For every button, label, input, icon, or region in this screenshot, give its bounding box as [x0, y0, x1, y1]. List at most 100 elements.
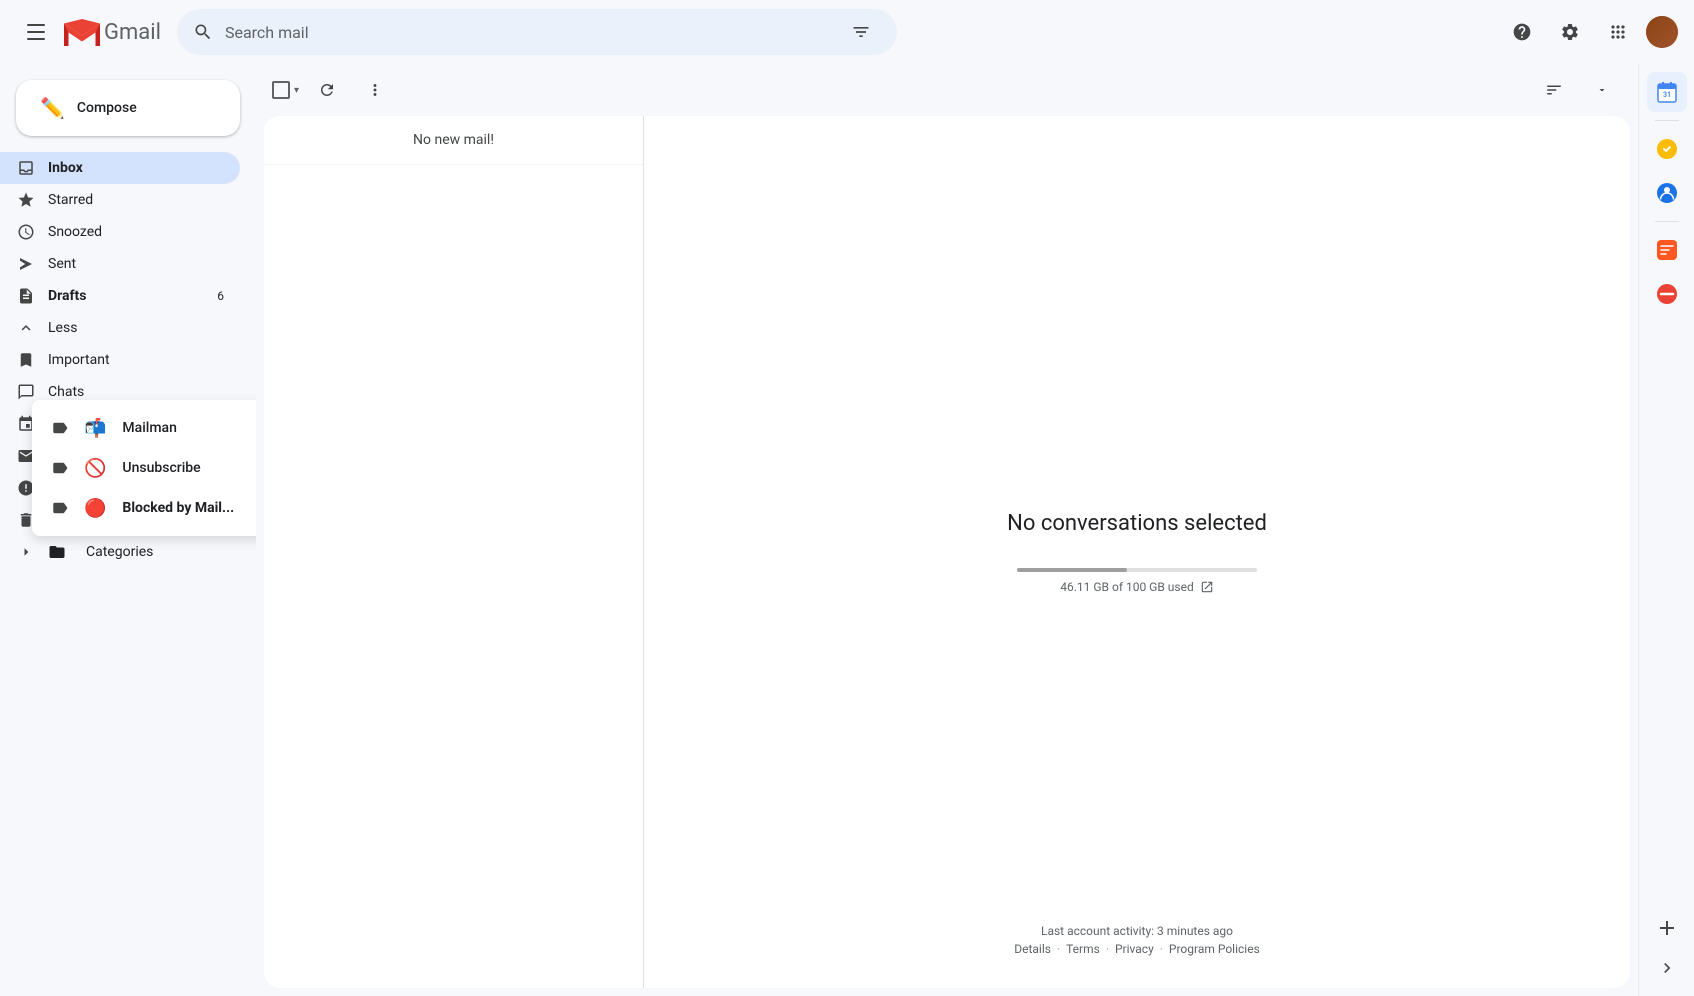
sidebar-item-label-categories: Categories: [86, 544, 224, 560]
contacts-icon: [1655, 181, 1679, 205]
settings-button[interactable]: [1550, 12, 1590, 52]
no-mail-text: No new mail!: [413, 132, 494, 148]
compose-button[interactable]: ✏️ Compose: [16, 80, 240, 136]
storage-link[interactable]: [1200, 580, 1214, 594]
program-policies-link[interactable]: Program Policies: [1169, 942, 1260, 956]
mailman-app-button[interactable]: [1647, 230, 1687, 270]
storage-container: 46.11 GB of 100 GB used: [1017, 568, 1257, 594]
chat-icon: [16, 383, 36, 401]
tag-icon-unsubscribe: [48, 456, 72, 480]
sidebar-item-important[interactable]: Important: [0, 344, 240, 376]
chevron-up-icon: [16, 319, 36, 337]
tasks-icon: [1655, 137, 1679, 161]
last-activity-text: Last account activity: 3 minutes ago: [1014, 924, 1260, 938]
footer-dot-3: ·: [1160, 942, 1163, 956]
sidebar-item-starred[interactable]: Starred: [0, 184, 240, 216]
expand-sidebar-button[interactable]: [1647, 948, 1687, 988]
sidebar-item-less[interactable]: Less: [0, 312, 240, 344]
mailman-app-icon: [1655, 238, 1679, 262]
footer-dot-1: ·: [1057, 942, 1060, 956]
privacy-link[interactable]: Privacy: [1115, 942, 1154, 956]
mailman-emoji-icon: 📬: [84, 418, 106, 439]
gmail-text: Gmail: [104, 20, 161, 45]
hamburger-icon: [27, 24, 45, 40]
drafts-count: 6: [217, 289, 224, 303]
search-filter-button[interactable]: [841, 12, 881, 52]
send-icon: [16, 255, 36, 273]
apps-bottom: [1647, 908, 1687, 988]
terms-link[interactable]: Terms: [1066, 942, 1100, 956]
help-button[interactable]: [1502, 12, 1542, 52]
storage-text: 46.11 GB of 100 GB used: [1017, 580, 1257, 594]
sidebar-item-label-less: Less: [48, 320, 224, 336]
apps-button[interactable]: [1598, 12, 1638, 52]
help-icon: [1512, 22, 1532, 42]
sidebar-item-snoozed[interactable]: Snoozed: [0, 216, 240, 248]
no-conversation-text: No conversations selected: [1007, 511, 1267, 536]
contacts-app-button[interactable]: [1647, 173, 1687, 213]
tasks-app-button[interactable]: [1647, 129, 1687, 169]
avatar[interactable]: [1646, 16, 1678, 48]
submenu-label-blocked: Blocked by Mail...: [122, 500, 256, 516]
sidebar-item-label-drafts: Drafts: [48, 288, 205, 304]
sidebar-item-label-snoozed: Snoozed: [48, 224, 224, 240]
refresh-button[interactable]: [307, 70, 347, 110]
calendar-app-button[interactable]: 31: [1647, 72, 1687, 112]
submenu-label-mailman: Mailman: [122, 420, 256, 436]
gmail-logo: Gmail: [64, 19, 161, 46]
sidebar-item-label-sent: Sent: [48, 256, 224, 272]
tag-icon-blocked: [48, 496, 72, 520]
settings-icon: [1560, 22, 1580, 42]
email-list: No new mail!: [264, 116, 644, 988]
blocked-app-icon: [1655, 282, 1679, 306]
sidebar-divider-2: [1655, 221, 1679, 222]
toolbar-dropdown-button[interactable]: [1582, 70, 1622, 110]
add-icon: [1655, 916, 1679, 940]
tag-icon-mailman: [48, 416, 72, 440]
sidebar-item-inbox[interactable]: Inbox: [0, 152, 240, 184]
external-link-icon: [1200, 580, 1214, 594]
add-app-button[interactable]: [1647, 908, 1687, 948]
select-dropdown-icon[interactable]: ▾: [294, 85, 299, 96]
sort-icon: [1545, 81, 1563, 99]
sidebar-item-label-important: Important: [48, 352, 224, 368]
sidebar-item-drafts[interactable]: Drafts 6: [0, 280, 240, 312]
more-vert-icon: [366, 81, 384, 99]
app-body: ✏️ Compose Inbox Starred Snoozed: [0, 64, 1694, 996]
submenu-item-blocked[interactable]: 🔴 Blocked by Mail... 38: [32, 488, 256, 528]
compose-label: Compose: [77, 100, 137, 116]
sidebar: ✏️ Compose Inbox Starred Snoozed: [0, 64, 256, 996]
detail-footer: Last account activity: 3 minutes ago Det…: [1014, 924, 1260, 956]
apps-sidebar: 31: [1638, 64, 1694, 996]
sidebar-item-label-inbox: Inbox: [48, 160, 224, 176]
sidebar-item-categories[interactable]: Categories: [0, 536, 240, 568]
draft-icon: [16, 287, 36, 305]
submenu-item-mailman[interactable]: 📬 Mailman: [32, 408, 256, 448]
submenu-item-unsubscribe[interactable]: 🚫 Unsubscribe: [32, 448, 256, 488]
select-all-area[interactable]: ▾: [272, 81, 299, 99]
sidebar-item-sent[interactable]: Sent: [0, 248, 240, 280]
sidebar-item-label-chats: Chats: [48, 384, 224, 400]
select-all-checkbox[interactable]: [272, 81, 290, 99]
blocked-app-button[interactable]: [1647, 274, 1687, 314]
gmail-m-icon: [64, 19, 100, 46]
header-right: [1502, 12, 1678, 52]
filter-icon: [851, 22, 871, 42]
storage-bar-fill: [1017, 568, 1127, 572]
details-link[interactable]: Details: [1014, 942, 1051, 956]
menu-button[interactable]: [16, 12, 56, 52]
search-bar[interactable]: Search mail: [177, 9, 897, 55]
more-options-button[interactable]: [355, 70, 395, 110]
toolbar-chevron-icon: [1596, 84, 1608, 96]
sort-button[interactable]: [1534, 70, 1574, 110]
sidebar-divider-1: [1655, 120, 1679, 121]
apps-icon: [1608, 22, 1628, 42]
unsubscribe-emoji-icon: 🚫: [84, 458, 106, 479]
calendar-icon: 31: [1655, 80, 1679, 104]
sidebar-item-trash[interactable]: Trash 📬 Mailman 🚫 Unsubscribe: [0, 504, 240, 536]
bookmark-icon: [16, 351, 36, 369]
svg-text:31: 31: [1662, 91, 1670, 99]
footer-dot-2: ·: [1106, 942, 1109, 956]
submenu-popup: 📬 Mailman 🚫 Unsubscribe 🔴 Blocked by Mai…: [32, 400, 256, 536]
compose-pencil-icon: ✏️: [40, 96, 65, 120]
